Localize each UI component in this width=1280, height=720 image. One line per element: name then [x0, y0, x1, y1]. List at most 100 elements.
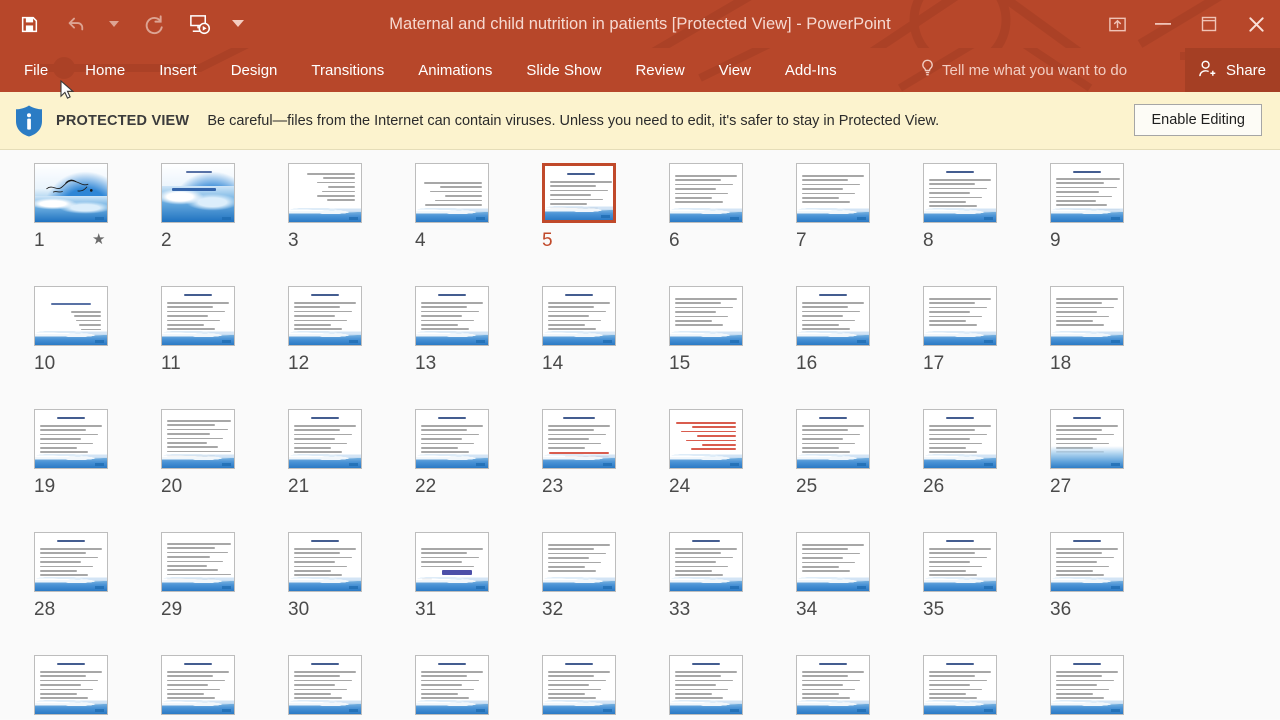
- restore-icon[interactable]: [1186, 0, 1232, 48]
- slide-thumbnail-14[interactable]: 14: [542, 286, 669, 375]
- undo-icon[interactable]: [60, 9, 90, 39]
- slide-thumbnail-16[interactable]: 16: [796, 286, 923, 375]
- slide-thumbnail-13[interactable]: 13: [415, 286, 542, 375]
- tab-insert[interactable]: Insert: [142, 48, 214, 92]
- slide-thumbnail-10[interactable]: 10: [34, 286, 161, 375]
- slide-thumbnail-7[interactable]: 7: [796, 163, 923, 252]
- slide-number-label: 16: [796, 353, 818, 374]
- slide-thumbnail-11[interactable]: 11: [161, 286, 288, 375]
- slide-thumbnail-24[interactable]: 24: [669, 409, 796, 498]
- customize-quick-access-toolbar-icon[interactable]: [230, 9, 246, 39]
- slide-thumbnail-4[interactable]: 4: [415, 163, 542, 252]
- ribbon-display-options-icon[interactable]: [1094, 0, 1140, 48]
- slide-thumb-frame: [669, 163, 743, 223]
- slide-thumbnail-37[interactable]: 37: [34, 655, 161, 719]
- slide-thumbnail-39[interactable]: 39: [288, 655, 415, 719]
- slide-thumbnail-41[interactable]: 41: [542, 655, 669, 719]
- redo-icon[interactable]: [138, 9, 168, 39]
- minimize-icon[interactable]: [1140, 0, 1186, 48]
- slide-thumbnail-9[interactable]: 9: [1050, 163, 1177, 252]
- slide-grid: 1 ★ 2 3 4 5 6 7 8 9 10 11 12 13 14 15 16 17 18 19 20 21 22 23 2…: [34, 163, 1254, 719]
- slide-number-label: 13: [415, 353, 437, 374]
- slide-number-label: 10: [34, 353, 56, 374]
- undo-dropdown-icon[interactable]: [106, 9, 122, 39]
- slide-thumbnail-29[interactable]: 29: [161, 532, 288, 621]
- slide-thumbnail-42[interactable]: 42: [669, 655, 796, 719]
- tab-file[interactable]: File: [0, 48, 68, 92]
- tab-transitions[interactable]: Transitions: [294, 48, 401, 92]
- tab-review[interactable]: Review: [618, 48, 701, 92]
- slide-thumbnail-5[interactable]: 5: [542, 163, 669, 252]
- slide-thumbnail-8[interactable]: 8: [923, 163, 1050, 252]
- slide-thumbnail-44[interactable]: 44: [923, 655, 1050, 719]
- lightbulb-icon: [920, 59, 935, 81]
- tab-home[interactable]: Home: [68, 48, 142, 92]
- slide-thumbnail-32[interactable]: 32: [542, 532, 669, 621]
- slide-thumb-frame: [542, 163, 616, 223]
- slide-thumbnail-43[interactable]: 43: [796, 655, 923, 719]
- slide-number-label: 11: [161, 353, 181, 374]
- slide-preview: [1050, 286, 1124, 346]
- slide-preview: [288, 409, 362, 469]
- slide-preview: [34, 286, 108, 346]
- slide-preview: [415, 409, 489, 469]
- slide-thumbnail-34[interactable]: 34: [796, 532, 923, 621]
- slide-number-label: 35: [923, 599, 945, 620]
- slide-preview: [1050, 532, 1124, 592]
- slide-thumbnail-17[interactable]: 17: [923, 286, 1050, 375]
- slide-thumbnail-27[interactable]: 27: [1050, 409, 1177, 498]
- tell-me-box[interactable]: Tell me what you want to do: [920, 48, 1127, 92]
- slide-thumbnail-6[interactable]: 6: [669, 163, 796, 252]
- tab-design[interactable]: Design: [214, 48, 295, 92]
- slide-thumbnail-15[interactable]: 15: [669, 286, 796, 375]
- slide-thumbnail-35[interactable]: 35: [923, 532, 1050, 621]
- slide-thumbnail-45[interactable]: 45: [1050, 655, 1177, 719]
- slide-thumbnail-30[interactable]: 30: [288, 532, 415, 621]
- slide-title-line: [565, 294, 593, 297]
- tab-add-ins[interactable]: Add-Ins: [768, 48, 854, 92]
- slide-thumb-frame: [796, 163, 870, 223]
- slide-number-label: 12: [288, 353, 310, 374]
- slide-thumbnail-36[interactable]: 36: [1050, 532, 1177, 621]
- tab-slide-show[interactable]: Slide Show: [509, 48, 618, 92]
- slide-thumbnail-21[interactable]: 21: [288, 409, 415, 498]
- slide-thumbnail-25[interactable]: 25: [796, 409, 923, 498]
- slide-thumbnail-18[interactable]: 18: [1050, 286, 1177, 375]
- close-icon[interactable]: [1232, 0, 1280, 48]
- slide-thumbnail-12[interactable]: 12: [288, 286, 415, 375]
- slide-number-label: 30: [288, 599, 310, 620]
- slide-thumb-frame: [34, 532, 108, 592]
- slide-sorter-pane[interactable]: 1 ★ 2 3 4 5 6 7 8 9 10 11 12 13 14 15 16 17 18 19 20 21 22 23 2…: [0, 150, 1280, 719]
- slide-preview: [288, 163, 362, 223]
- slide-thumbnail-20[interactable]: 20: [161, 409, 288, 498]
- slide-preview: [161, 532, 235, 592]
- tab-label: Slide Show: [526, 61, 602, 79]
- enable-editing-button[interactable]: Enable Editing: [1134, 104, 1262, 136]
- slide-thumbnail-2[interactable]: 2: [161, 163, 288, 252]
- slide-thumbnail-31[interactable]: 31: [415, 532, 542, 621]
- slide-thumbnail-23[interactable]: 23: [542, 409, 669, 498]
- save-icon[interactable]: [14, 9, 44, 39]
- share-button[interactable]: Share: [1184, 48, 1280, 92]
- slide-thumbnail-26[interactable]: 26: [923, 409, 1050, 498]
- slide-thumbnail-33[interactable]: 33: [669, 532, 796, 621]
- slide-thumbnail-1[interactable]: 1 ★: [34, 163, 161, 252]
- slide-thumbnail-3[interactable]: 3: [288, 163, 415, 252]
- slide-title-line: [946, 540, 974, 543]
- tab-animations[interactable]: Animations: [401, 48, 509, 92]
- slide-thumb-frame: [796, 655, 870, 715]
- slide-thumbnail-19[interactable]: 19: [34, 409, 161, 498]
- start-from-beginning-icon[interactable]: [184, 9, 214, 39]
- slide-thumb-frame: [415, 286, 489, 346]
- slide-number-label: 21: [288, 476, 310, 497]
- slide-thumbnail-22[interactable]: 22: [415, 409, 542, 498]
- slide-thumbnail-28[interactable]: 28: [34, 532, 161, 621]
- slide-title-line: [311, 294, 339, 297]
- slide-preview: [415, 532, 489, 592]
- slide-preview: [923, 532, 997, 592]
- slide-thumbnail-40[interactable]: 40: [415, 655, 542, 719]
- slide-thumbnail-38[interactable]: 38: [161, 655, 288, 719]
- slide-title-line: [57, 417, 85, 420]
- slide-animation-star-icon[interactable]: ★: [92, 230, 105, 248]
- tab-view[interactable]: View: [702, 48, 768, 92]
